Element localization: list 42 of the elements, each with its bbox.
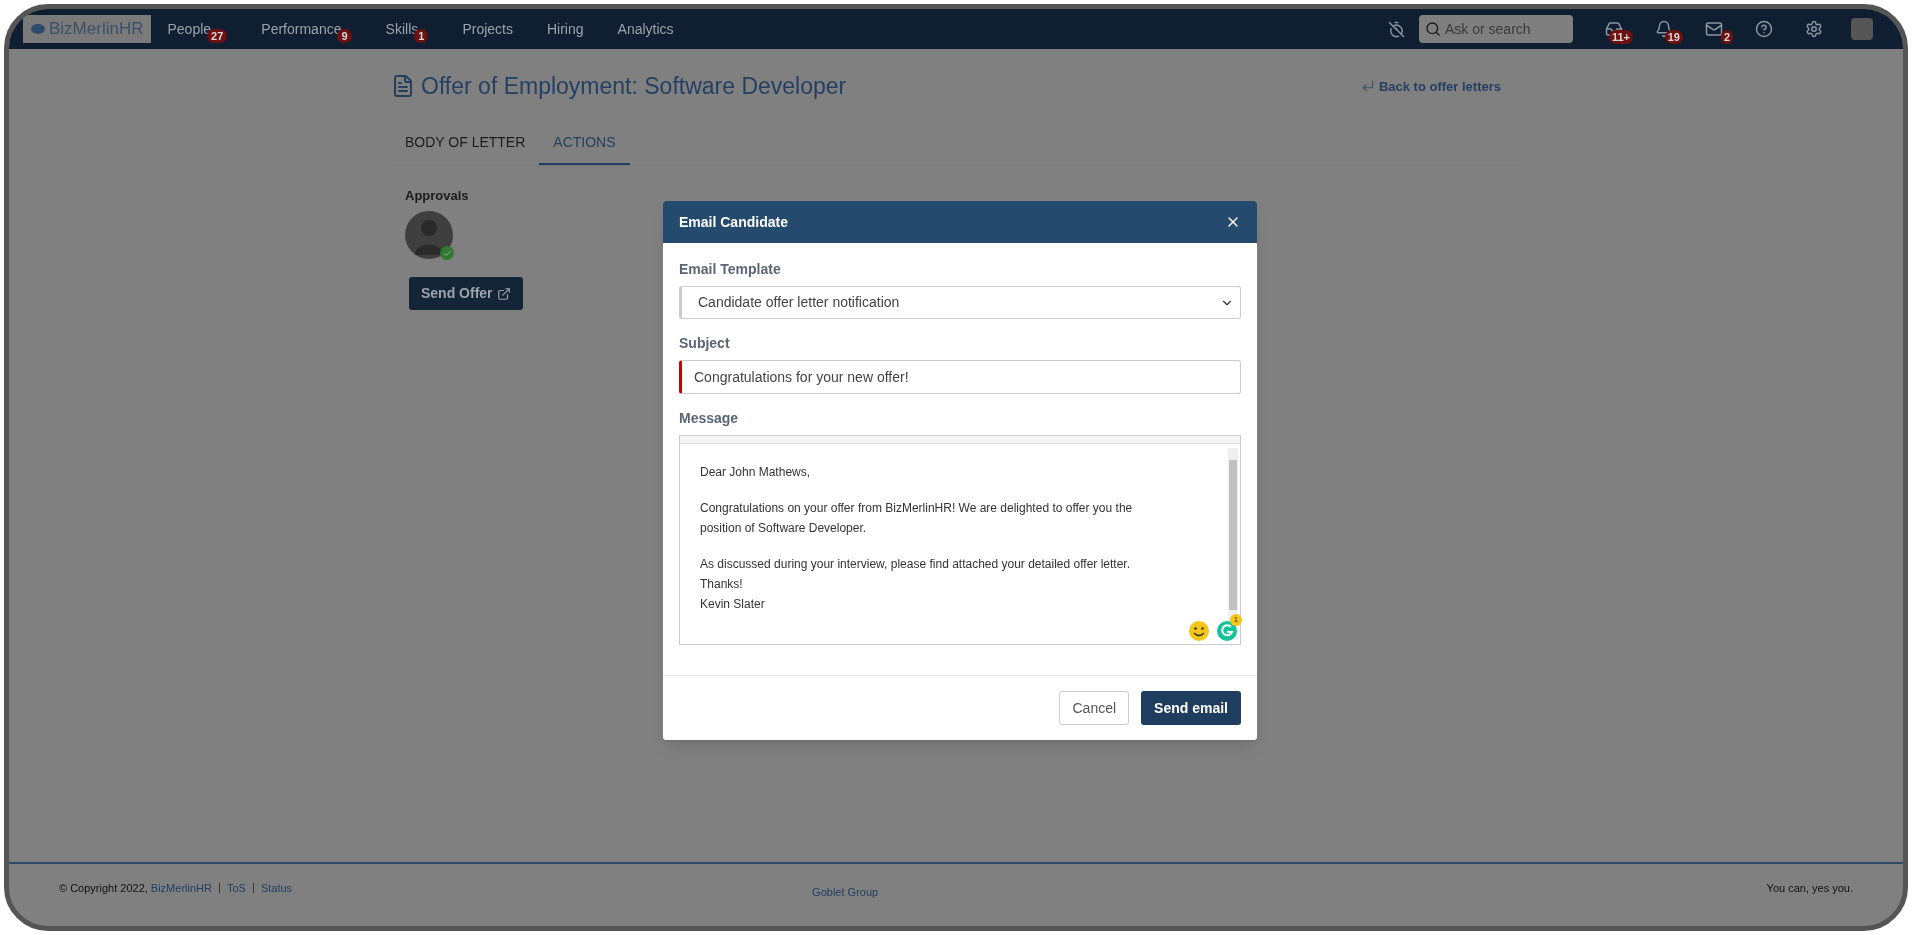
message-text: Dear John Mathews, <box>700 464 811 481</box>
send-offer-button[interactable]: Send Offer <box>409 277 523 310</box>
select-field[interactable]: Candidate offer letter notification <box>679 286 1241 319</box>
person-silhouette-icon <box>415 219 443 255</box>
nav-link[interactable]: Analytics <box>617 18 674 40</box>
count-badge: 2 <box>1720 30 1733 44</box>
return-icon <box>1360 79 1375 94</box>
tagline: You can, yes you. <box>1766 880 1853 896</box>
search-field[interactable]: Ask or search <box>1419 15 1573 43</box>
search-icon <box>1425 21 1441 37</box>
nav-link[interactable]: Projects <box>462 18 513 40</box>
smiley-icon[interactable] <box>1188 620 1210 642</box>
external-link-icon <box>496 286 511 301</box>
count-badge: 19 <box>1664 30 1683 44</box>
count-badge: 11+ <box>1608 30 1633 44</box>
timer-off-icon[interactable] <box>1388 20 1405 38</box>
message-text: As discussed during your interview, please find attached your detailed offer letter. <box>700 556 1131 573</box>
send-email-button[interactable]: Send email <box>1141 691 1241 725</box>
logo-icon <box>31 24 45 34</box>
document-icon <box>391 74 415 99</box>
mail-icon[interactable] <box>1705 20 1723 38</box>
dialog-title: Email Candidate <box>679 212 788 232</box>
approver-avatar[interactable] <box>405 211 453 259</box>
copyright-text: © Copyright 2022, <box>59 880 148 896</box>
message-text: Kevin Slater <box>700 596 765 613</box>
nav-link[interactable]: Hiring <box>546 18 584 40</box>
message-text: Congratulations on your offer from BizMerlinHR! We are delighted to offer you the position of Software Developer. <box>700 500 1134 537</box>
help-icon[interactable] <box>1755 20 1773 38</box>
page-title: Offer of Employment: Software Developer <box>421 72 847 101</box>
logo-text: BizMerlinHR <box>49 18 144 41</box>
subject-field[interactable]: Congratulations for your new offer! <box>679 360 1241 394</box>
message-text: Thanks! <box>700 576 743 593</box>
grammar-check-icon[interactable] <box>1216 620 1238 642</box>
settings-icon[interactable] <box>1805 20 1823 38</box>
tab[interactable]: BODY OF LETTER <box>391 121 540 165</box>
message-editor[interactable] <box>679 435 1241 645</box>
field-label: Email Template <box>679 260 782 279</box>
cancel-button[interactable]: Cancel <box>1059 691 1130 725</box>
field-label: Message <box>679 409 740 428</box>
section-label: Approvals <box>405 186 470 205</box>
field-label: Subject <box>679 334 731 353</box>
scrollbar[interactable] <box>1228 448 1238 640</box>
